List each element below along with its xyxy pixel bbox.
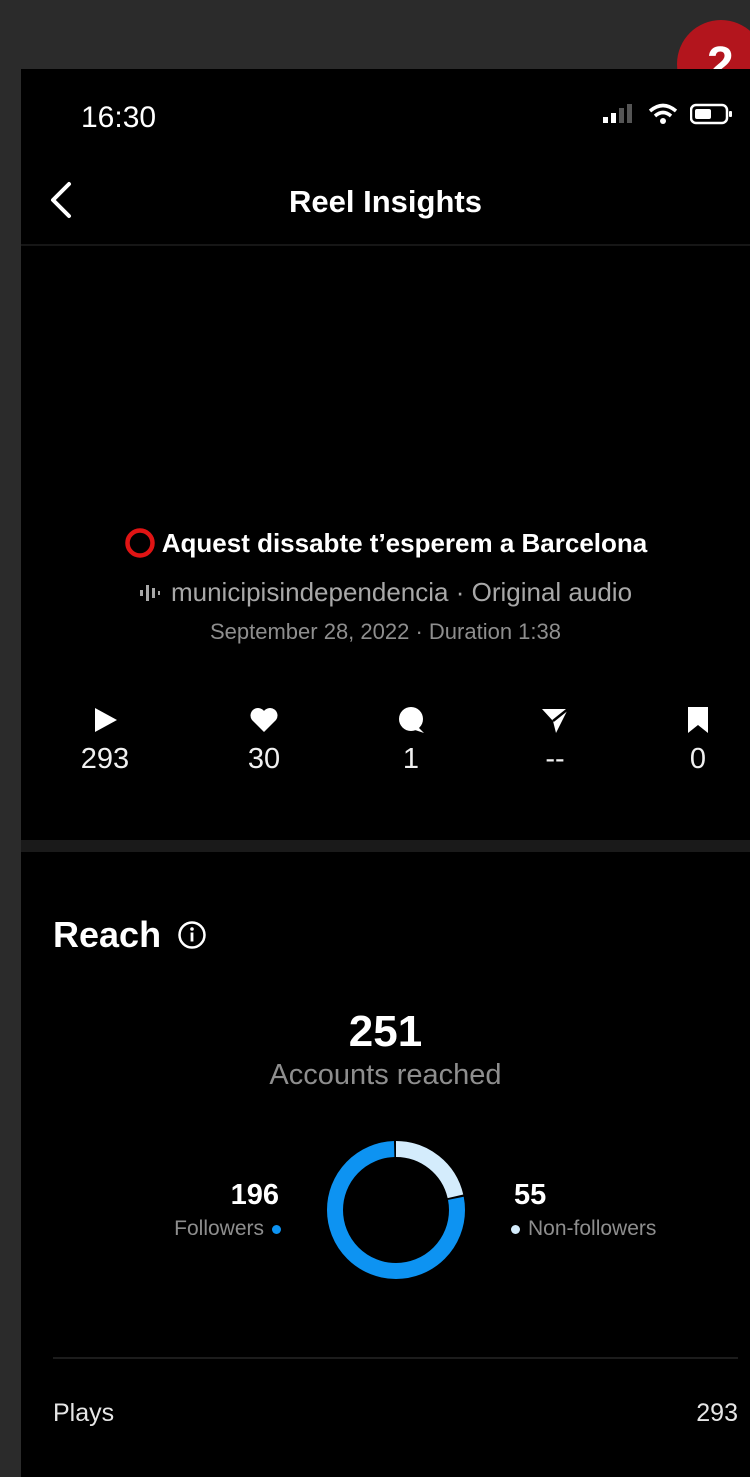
- audio-wave-icon: [139, 584, 160, 601]
- followers-legend: Followers: [174, 1217, 281, 1241]
- reach-title: Reach: [53, 914, 162, 955]
- stat-saves: 0: [648, 705, 748, 776]
- stat-value: 1: [402, 743, 420, 775]
- status-icons: [602, 103, 734, 125]
- red-circle-icon: [124, 528, 155, 558]
- section-divider: [21, 840, 750, 852]
- reel-audio-text: municipisindependencia · Original audio: [170, 577, 633, 607]
- stat-plays: 293: [55, 705, 155, 776]
- reel-meta: September 28, 2022 · Duration 1:38: [209, 619, 561, 644]
- signal-icon: [603, 104, 632, 123]
- stat-value: 0: [689, 743, 707, 775]
- stat-comments: 1: [361, 705, 461, 776]
- play-icon: [95, 708, 117, 732]
- comment-icon: [399, 707, 424, 733]
- stat-shares: --: [505, 705, 605, 776]
- share-icon: [542, 708, 569, 733]
- stat-value: 293: [80, 743, 130, 775]
- battery-icon: [690, 103, 732, 125]
- row-divider: [53, 1357, 738, 1359]
- followers-label: Followers: [174, 1217, 264, 1240]
- info-icon[interactable]: [177, 920, 207, 950]
- reel-audio[interactable]: municipisindependencia · Original audio: [21, 577, 750, 608]
- followers-dot: [272, 1224, 281, 1234]
- followers-value: 196: [230, 1179, 279, 1211]
- page-title: Reel Insights: [289, 184, 482, 219]
- reach-donut-chart: [327, 1141, 465, 1279]
- wifi-icon: [648, 103, 678, 124]
- plays-row-label: Plays: [53, 1399, 115, 1427]
- stat-value: 30: [247, 743, 281, 775]
- phone-screen: 16:30 Reel Insights Aquest dissabte t’es…: [21, 69, 750, 1477]
- plays-row-value: 293: [696, 1399, 738, 1427]
- reel-title-text: Aquest dissabte t’esperem a Barcelona: [161, 527, 648, 558]
- heart-icon: [250, 708, 278, 732]
- reach-section-title: Reach: [53, 914, 207, 956]
- bookmark-icon: [688, 707, 708, 733]
- stat-likes: 30: [214, 705, 314, 776]
- status-time: 16:30: [81, 101, 157, 134]
- non-followers-dot: [511, 1224, 520, 1234]
- header: Reel Insights: [21, 164, 750, 246]
- reel-title: Aquest dissabte t’esperem a Barcelona: [21, 527, 750, 559]
- non-followers-label: Non-followers: [528, 1217, 657, 1240]
- accounts-reached-value: 251: [348, 1007, 423, 1056]
- non-followers-value: 55: [514, 1179, 547, 1211]
- stats-row: 293 30 1 -- 0: [21, 705, 750, 795]
- stat-value: --: [545, 743, 565, 775]
- non-followers-legend: Non-followers: [511, 1217, 656, 1241]
- accounts-reached-label: Accounts reached: [269, 1059, 502, 1091]
